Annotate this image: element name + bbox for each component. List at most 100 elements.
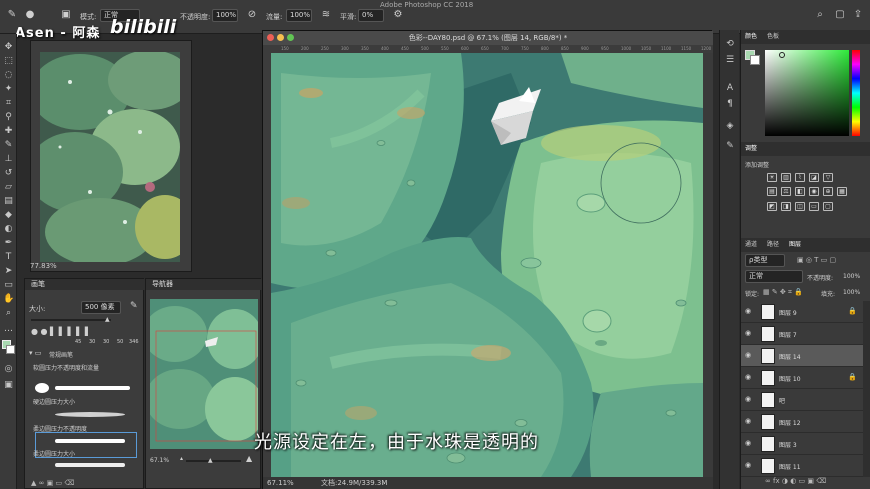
layer-blend-mode[interactable]: 正常 — [745, 270, 803, 283]
layer-row[interactable]: ◉ 图层 14 — [741, 345, 863, 367]
tab-color[interactable]: 颜色 — [745, 30, 757, 44]
eye-icon[interactable]: ◉ — [745, 373, 751, 381]
black-white-icon[interactable]: ◧ — [795, 187, 805, 196]
screen-mode-icon[interactable]: ▣ — [3, 380, 14, 391]
threshold-icon[interactable]: ◫ — [795, 202, 805, 211]
vibrance-icon[interactable]: ▽ — [823, 173, 833, 182]
tab-paths[interactable]: 路径 — [767, 238, 779, 252]
crop-tool-icon[interactable]: ⌗ — [3, 98, 14, 109]
levels-icon[interactable]: ▥ — [781, 173, 791, 182]
layer-thumbnail[interactable] — [761, 348, 775, 364]
lock-icons[interactable]: ▦ ✎ ✥ ⌗ 🔒 — [763, 288, 803, 297]
color-picker-field[interactable] — [765, 50, 849, 136]
slider-handle-icon[interactable]: ▲ — [105, 316, 110, 323]
blur-icon[interactable]: ◆ — [3, 210, 14, 221]
type-tool-icon[interactable]: T — [3, 252, 14, 263]
gradient-map-icon[interactable]: ▭ — [809, 202, 819, 211]
brush-panel-footer-icons[interactable]: ▲ ∞ ▣ ▭ ⌫ — [31, 479, 74, 487]
status-zoom[interactable]: 67.11% — [267, 477, 294, 489]
smooth-settings-icon[interactable]: ⚙ — [392, 9, 404, 21]
ruler-vertical[interactable] — [263, 45, 271, 489]
quick-mask-icon[interactable]: ◎ — [3, 364, 14, 375]
layer-kind-filter[interactable]: ρ类型 — [745, 254, 785, 267]
eye-icon[interactable]: ◉ — [745, 395, 751, 403]
eyedropper-icon[interactable]: ⚲ — [3, 112, 14, 123]
layer-name[interactable]: 图层 3 — [779, 440, 797, 449]
layer-name[interactable]: 图层 11 — [779, 462, 801, 471]
color-lookup-icon[interactable]: ▦ — [837, 187, 847, 196]
pen-icon[interactable]: ✒ — [3, 238, 14, 249]
layer-row[interactable]: ◉ 图层 3 — [741, 433, 863, 455]
layer-name[interactable]: 图层 14 — [779, 352, 801, 361]
healing-icon[interactable]: ✚ — [3, 126, 14, 137]
dodge-icon[interactable]: ◐ — [3, 224, 14, 235]
navigator-preview[interactable] — [150, 299, 258, 449]
brush-item[interactable]: 柔边圆压力大小 — [33, 449, 141, 458]
status-arrow-icon[interactable]: › — [383, 477, 385, 489]
slider-handle-icon[interactable]: ▲ — [208, 457, 213, 464]
layer-name[interactable]: 图层 7 — [779, 330, 797, 339]
zoom-in-icon[interactable]: ▲ — [246, 454, 252, 463]
ruler-horizontal[interactable]: 150 200 250 300 350 400 450 500 550 600 650 700 750 8… — [271, 45, 713, 53]
panel-background-swatch[interactable] — [750, 55, 760, 65]
gradient-icon[interactable]: ▤ — [3, 196, 14, 207]
tab-adjustments[interactable]: 调整 — [745, 142, 757, 156]
brush-tool-icon[interactable]: ✎ — [6, 9, 18, 21]
photo-filter-icon[interactable]: ◉ — [809, 187, 819, 196]
eye-icon[interactable]: ◉ — [745, 351, 751, 359]
search-icon[interactable]: ⌕ — [814, 9, 826, 21]
layer-thumbnail[interactable] — [761, 392, 775, 408]
properties-icon[interactable]: ☰ — [724, 54, 736, 66]
flow-input[interactable]: 100% — [286, 9, 312, 22]
status-doc-size[interactable]: 文档:24.9M/339.3M — [321, 477, 387, 489]
brush-settings-icon[interactable]: ▣ — [60, 9, 72, 21]
layer-name[interactable]: 图层 12 — [779, 418, 801, 427]
brush-preset-icon[interactable]: ● — [24, 9, 36, 21]
curves-icon[interactable]: ⌇ — [795, 173, 805, 182]
brush-item[interactable]: 软圆压力不透明度和流量 — [33, 363, 141, 372]
character-icon[interactable]: A — [724, 82, 736, 94]
paragraph-icon[interactable]: ¶ — [724, 98, 736, 110]
layer-row[interactable]: ◉ 图层 11 — [741, 455, 863, 477]
tab-channels[interactable]: 通道 — [745, 238, 757, 252]
close-window-icon[interactable] — [267, 34, 274, 41]
fill-value[interactable]: 100% — [843, 289, 860, 296]
move-tool-icon[interactable]: ✥ — [3, 42, 14, 53]
navigator-zoom-slider[interactable] — [186, 460, 241, 462]
history-icon[interactable]: ⟲ — [724, 38, 736, 50]
stamp-icon[interactable]: ⊥ — [3, 154, 14, 165]
brush-preset-dot-icon[interactable]: ● ● ▌ ▌ ▌ ▌ ▌ — [31, 327, 91, 336]
brush-settings-panel-icon[interactable]: ✎ — [724, 140, 736, 152]
invert-icon[interactable]: ◩ — [767, 202, 777, 211]
layer-name[interactable]: 图层 10 — [779, 374, 801, 383]
pressure-opacity-icon[interactable]: ⊘ — [246, 9, 258, 21]
layer-row[interactable]: ◉ 图层 7 — [741, 323, 863, 345]
layer-row[interactable]: ◉ 吧 — [741, 389, 863, 411]
layer-opacity-value[interactable]: 100% — [843, 273, 860, 280]
posterize-icon[interactable]: ◨ — [781, 202, 791, 211]
layer-thumbnail[interactable] — [761, 414, 775, 430]
tab-layers[interactable]: 图层 — [789, 238, 801, 252]
airbrush-icon[interactable]: ≋ — [320, 9, 332, 21]
selective-color-icon[interactable]: ▢ — [823, 202, 833, 211]
layer-name[interactable]: 图层 9 — [779, 308, 797, 317]
hue-slider[interactable] — [852, 50, 860, 136]
quick-select-icon[interactable]: ✦ — [3, 84, 14, 95]
eye-icon[interactable]: ◉ — [745, 439, 751, 447]
marquee-tool-icon[interactable]: ⬚ — [3, 56, 14, 67]
opacity-input[interactable]: 100% — [212, 9, 238, 22]
minimize-window-icon[interactable] — [277, 34, 284, 41]
eye-icon[interactable]: ◉ — [745, 461, 751, 469]
brush-item[interactable]: 硬边圆压力大小 — [33, 397, 141, 406]
hue-saturation-icon[interactable]: ▤ — [767, 187, 777, 196]
workspace-icon[interactable]: ▢ — [834, 9, 846, 21]
hand-tool-icon[interactable]: ✋ — [3, 294, 14, 305]
brush-size-slider[interactable] — [31, 319, 111, 321]
navigator-zoom-value[interactable]: 67.1% — [150, 457, 169, 464]
shape-icon[interactable]: ▭ — [3, 280, 14, 291]
layer-row[interactable]: ◉ 图层 12 — [741, 411, 863, 433]
lasso-tool-icon[interactable]: ◌ — [3, 70, 14, 81]
layer-row[interactable]: ◉ 图层 9 🔒 — [741, 301, 863, 323]
maximize-window-icon[interactable] — [287, 34, 294, 41]
layer-row[interactable]: ◉ 图层 10 🔒 — [741, 367, 863, 389]
